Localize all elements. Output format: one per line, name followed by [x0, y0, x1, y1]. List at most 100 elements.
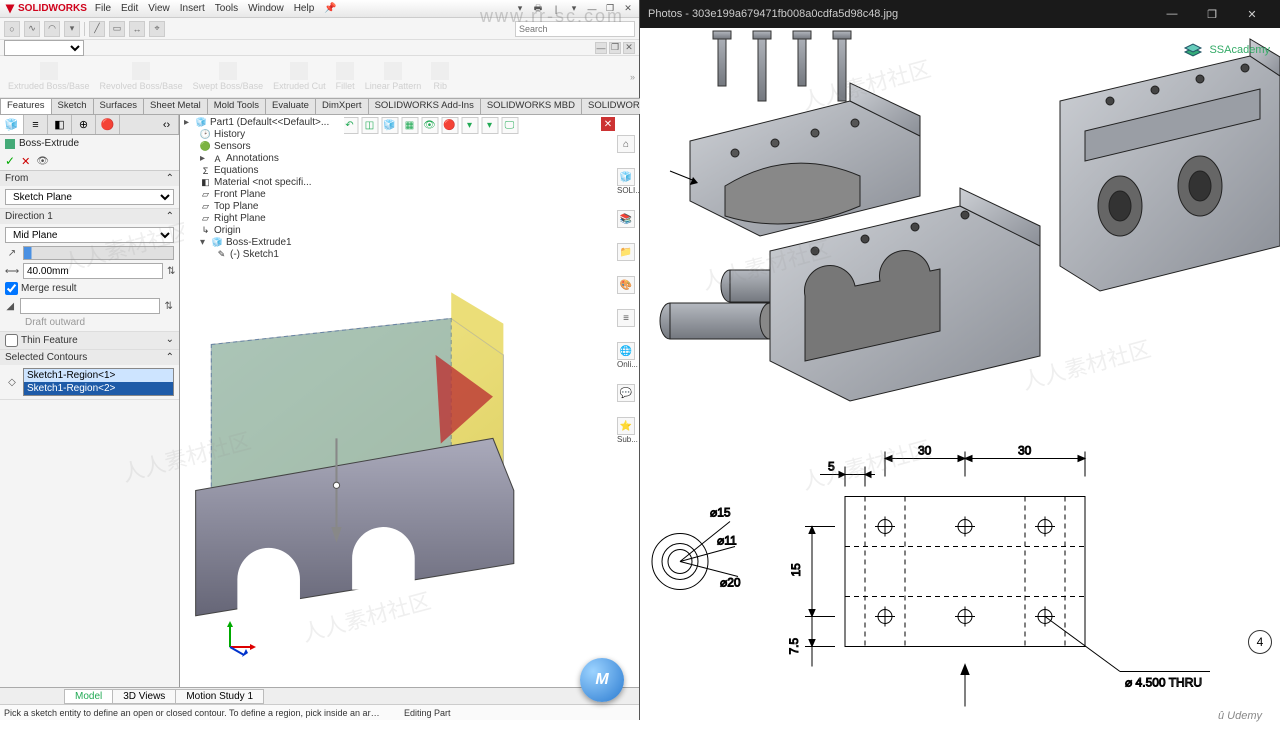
render-icon[interactable]: 🖵	[501, 117, 518, 134]
contour-item[interactable]: Sketch1-Region<1>	[24, 369, 173, 382]
qat-new-icon[interactable]: ▾	[513, 3, 527, 15]
pm-tab-appear-icon[interactable]: 🔴	[96, 115, 120, 134]
tree-material[interactable]: Material <not specifi...	[214, 177, 312, 188]
direction-select[interactable]: Mid Plane	[5, 227, 174, 243]
appearance-icon[interactable]: 🔴	[441, 117, 458, 134]
depth-input[interactable]	[23, 263, 163, 279]
reverse-direction-icon[interactable]: ↗	[5, 246, 19, 260]
menu-edit[interactable]: Edit	[121, 3, 138, 14]
tab-features[interactable]: Features	[0, 98, 52, 114]
ribbon-rib[interactable]: Rib	[427, 62, 453, 91]
qat-spline-icon[interactable]: ∿	[24, 21, 40, 37]
photos-body[interactable]: SSAcademy	[640, 28, 1280, 728]
scene-icon[interactable]: ▾	[461, 117, 478, 134]
task-resources-icon[interactable]: 🧊	[617, 168, 635, 186]
section-view-icon[interactable]: ◫	[361, 117, 378, 134]
qat-arrow-icon[interactable]: ▾	[567, 3, 581, 15]
pm-tab-prop-icon[interactable]: ⊕	[72, 115, 96, 134]
hide-show-icon[interactable]: 👁	[421, 117, 438, 134]
draft-icon[interactable]: ◢	[5, 299, 16, 313]
photos-close-icon[interactable]: ✕	[1232, 0, 1272, 28]
pm-cancel-icon[interactable]: ✕	[21, 155, 30, 168]
pm-ok-icon[interactable]: ✓	[5, 154, 15, 168]
ribbon-extruded-cut[interactable]: Extruded Cut	[269, 62, 330, 91]
pm-tab-feature-icon[interactable]: 🧊	[0, 115, 24, 134]
window-restore-icon[interactable]: ❐	[603, 3, 617, 15]
tree-history[interactable]: History	[214, 129, 245, 140]
qat-print-icon[interactable]: 🖶	[531, 3, 545, 15]
tab-mbd[interactable]: SOLIDWORKS MBD	[480, 98, 582, 114]
contour-item-selected[interactable]: Sketch1-Region<2>	[24, 382, 173, 395]
view-settings-icon[interactable]: ▾	[481, 117, 498, 134]
task-forum-icon[interactable]: 💬	[617, 384, 635, 402]
photos-maximize-icon[interactable]: ❐	[1192, 0, 1232, 28]
qat-dim-icon[interactable]: ↔	[129, 21, 145, 37]
pm-from-header[interactable]: From⌃	[0, 171, 179, 186]
doc-close-icon[interactable]: ✕	[623, 42, 635, 54]
spin-icon[interactable]: ⇅	[164, 299, 175, 313]
ribbon-fillet[interactable]: Fillet	[332, 62, 359, 91]
from-select[interactable]: Sketch Plane	[5, 189, 174, 205]
config-select[interactable]	[4, 40, 84, 56]
tab-3dviews[interactable]: 3D Views	[112, 689, 176, 704]
tree-annotations[interactable]: Annotations	[226, 153, 279, 164]
window-close-icon[interactable]: ✕	[621, 3, 635, 15]
task-design-icon[interactable]: 📚	[617, 210, 635, 228]
qat-more-icon[interactable]: ▾	[64, 21, 80, 37]
draft-input[interactable]	[20, 298, 160, 314]
tab-motion[interactable]: Motion Study 1	[175, 689, 264, 704]
qat-rect-icon[interactable]: ▭	[109, 21, 125, 37]
qat-line-icon[interactable]: ╱	[89, 21, 105, 37]
tree-right-plane[interactable]: Right Plane	[214, 213, 266, 224]
view-orient-icon[interactable]: 🧊	[381, 117, 398, 134]
menu-help[interactable]: Help	[294, 3, 315, 14]
pm-tab-display-icon[interactable]: ◧	[48, 115, 72, 134]
task-view-icon[interactable]: 🎨	[617, 276, 635, 294]
menu-view[interactable]: View	[148, 3, 170, 14]
tab-dimxpert[interactable]: DimXpert	[315, 98, 369, 114]
qat-circle-icon[interactable]: ○	[4, 21, 20, 37]
tab-moldtools[interactable]: Mold Tools	[207, 98, 266, 114]
task-explorer-icon[interactable]: 📁	[617, 243, 635, 261]
pm-preview-icon[interactable]: 👁	[36, 156, 49, 167]
tree-origin[interactable]: Origin	[214, 225, 241, 236]
menu-file[interactable]: File	[95, 3, 111, 14]
doc-max-icon[interactable]: ❐	[609, 42, 621, 54]
spin-icon[interactable]: ⇅	[167, 264, 175, 278]
qat-pick-icon[interactable]: ⌖	[149, 21, 165, 37]
tree-equations[interactable]: Equations	[214, 165, 258, 176]
window-minimize-icon[interactable]: —	[585, 3, 599, 15]
tab-surfaces[interactable]: Surfaces	[93, 98, 145, 114]
orientation-triad[interactable]	[220, 617, 260, 657]
tab-addins[interactable]: SOLIDWORKS Add-Ins	[368, 98, 481, 114]
tree-root[interactable]: Part1 (Default<<Default>...	[210, 117, 329, 128]
qat-arc-icon[interactable]: ◠	[44, 21, 60, 37]
task-online-icon[interactable]: 🌐	[617, 342, 635, 360]
tree-sketch[interactable]: (-) Sketch1	[230, 249, 279, 260]
merge-checkbox[interactable]: Merge result	[5, 282, 174, 295]
task-subscribe-icon[interactable]: ⭐	[617, 417, 635, 435]
contours-list[interactable]: Sketch1-Region<1> Sketch1-Region<2>	[23, 368, 174, 396]
tree-collapse-icon[interactable]: ▾	[200, 237, 209, 248]
ribbon-pattern[interactable]: Linear Pattern	[361, 62, 426, 91]
ribbon-overflow-icon[interactable]: »	[630, 72, 635, 82]
ribbon-swept-boss[interactable]: Swept Boss/Base	[189, 62, 268, 91]
pm-contours-header[interactable]: Selected Contours⌃	[0, 350, 179, 365]
photos-minimize-icon[interactable]: —	[1152, 0, 1192, 28]
menu-tools[interactable]: Tools	[215, 3, 238, 14]
command-search[interactable]	[515, 21, 635, 37]
task-home-icon[interactable]: ⌂	[617, 135, 635, 153]
pm-thin-header[interactable]: Thin Feature ⌄	[0, 332, 179, 349]
tree-expand-icon[interactable]: ▸	[200, 153, 209, 164]
tab-sheetmetal[interactable]: Sheet Metal	[143, 98, 208, 114]
tree-front-plane[interactable]: Front Plane	[214, 189, 266, 200]
tree-top-plane[interactable]: Top Plane	[214, 201, 258, 212]
menu-pin-icon[interactable]: 📌	[324, 3, 336, 14]
display-style-icon[interactable]: ▦	[401, 117, 418, 134]
tab-evaluate[interactable]: Evaluate	[265, 98, 316, 114]
pm-tab-nav-icon[interactable]: ‹›	[155, 115, 179, 134]
doc-min-icon[interactable]: —	[595, 42, 607, 54]
ribbon-revolved-boss[interactable]: Revolved Boss/Base	[96, 62, 187, 91]
tree-boss-extrude[interactable]: Boss-Extrude1	[226, 237, 292, 248]
task-props-icon[interactable]: ≡	[617, 309, 635, 327]
